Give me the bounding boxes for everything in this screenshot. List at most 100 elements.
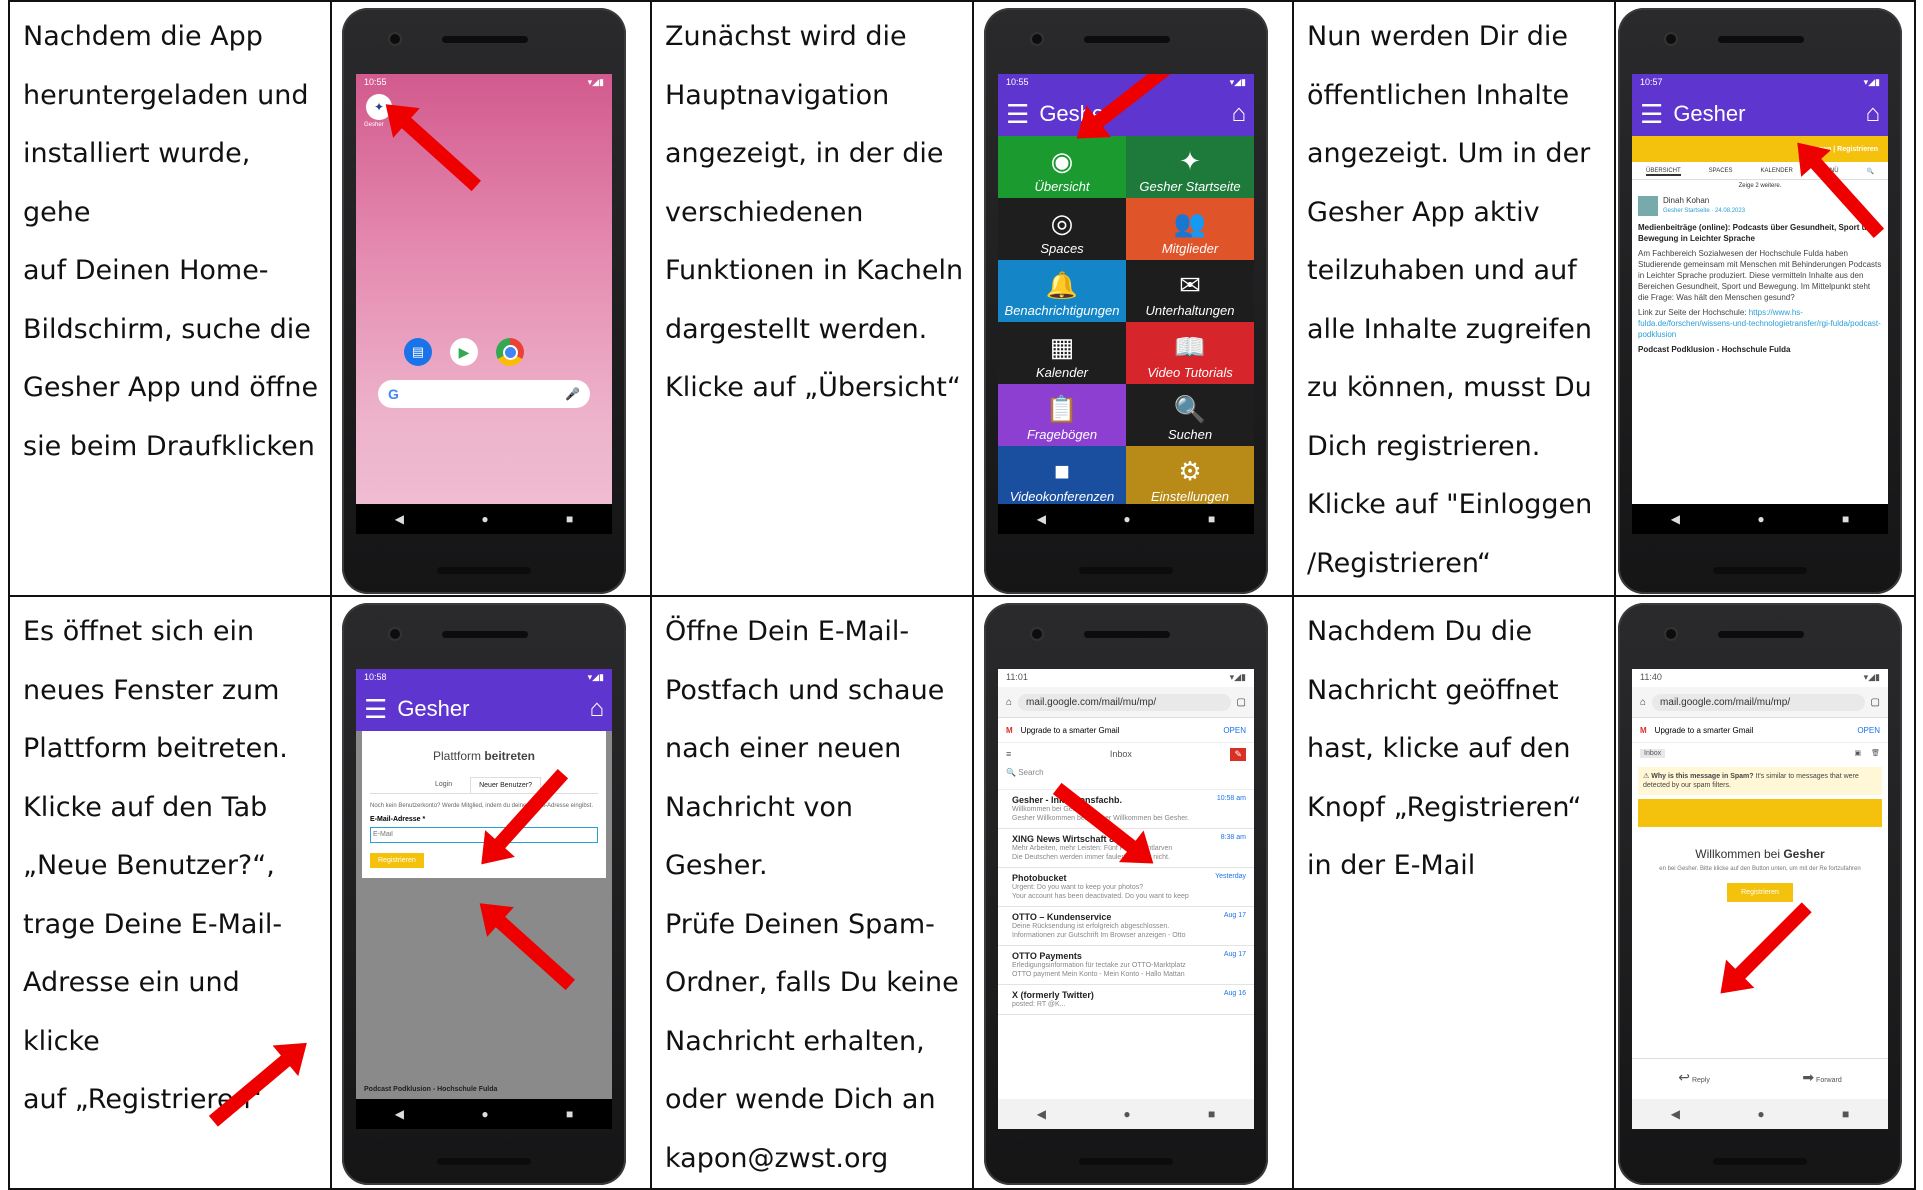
nav-tile[interactable]: ⚙ Einstellungen xyxy=(1126,446,1254,508)
tabs-icon[interactable]: ▢ xyxy=(1237,697,1246,708)
hamburger-menu-icon[interactable]: ☰ xyxy=(1640,99,1663,130)
nav-tile[interactable]: 📋 Fragebögen xyxy=(998,384,1126,446)
reply-button[interactable]: ↩ Reply xyxy=(1678,1069,1710,1086)
step-1-text: Nachdem die App heruntergeladen und inst… xyxy=(11,3,329,476)
dialog-title: Plattform beitreten xyxy=(370,739,598,777)
step-5-line: Nachricht von Gesher. xyxy=(665,791,854,882)
chrome-icon[interactable] xyxy=(496,338,524,366)
mail-sender: X (formerly Twitter) xyxy=(1012,990,1094,1000)
nav-tile[interactable]: 📖 Video Tutorials xyxy=(1126,322,1254,384)
status-time: 11:01 xyxy=(1006,672,1028,682)
nav-tile[interactable]: ◎ Spaces xyxy=(998,198,1126,260)
url-field[interactable]: mail.google.com/mail/mu/mp/ xyxy=(1652,693,1865,711)
spam-warning: ⚠ Why is this message in Spam? It's simi… xyxy=(1638,767,1882,795)
messages-app-icon[interactable]: ▤ xyxy=(404,338,432,366)
nav-tile[interactable]: 🔍 Suchen xyxy=(1126,384,1254,446)
join-platform-screen: 10:58 ▾◢▮ ☰ Gesher ⌂ Plattform beitreten … xyxy=(356,669,612,1129)
home-icon[interactable]: ⌂ xyxy=(1866,100,1881,128)
open-link[interactable]: OPEN xyxy=(1857,726,1880,735)
bottom-speaker xyxy=(1713,567,1807,574)
browser-url-bar: ⌂ mail.google.com/mail/mu/mp/ ▢ xyxy=(998,687,1254,718)
mail-row[interactable]: OTTO Payments Aug 17 Erledigungsinformatio… xyxy=(998,946,1254,985)
nav-tile[interactable]: ◉ Übersicht xyxy=(998,136,1126,198)
speaker-grille xyxy=(442,631,528,638)
home-icon[interactable]: ⌂ xyxy=(1232,100,1247,128)
back-icon[interactable]: ◀ xyxy=(1037,1107,1046,1121)
url-field[interactable]: mail.google.com/mail/mu/mp/ xyxy=(1018,693,1231,711)
step-4-line: Plattform beitreten. xyxy=(23,733,288,764)
mail-row[interactable]: Gesher - Inklusionsfachb. 10:58 am Willkom… xyxy=(998,790,1254,829)
search-icon[interactable]: 🔍 xyxy=(1867,168,1874,176)
archive-icon[interactable]: ▣ xyxy=(1854,749,1861,757)
tabs-icon[interactable]: ▢ xyxy=(1871,697,1880,708)
gmail-message-screen: 11:40 ▾◢▮ ⌂ mail.google.com/mail/mu/mp/ ▢… xyxy=(1632,669,1888,1129)
back-icon[interactable]: ◀ xyxy=(1037,512,1046,526)
recents-icon[interactable]: ■ xyxy=(566,512,573,526)
home-icon[interactable]: ⌂ xyxy=(1640,697,1646,708)
reply-bar: ↩ Reply ➡ Forward xyxy=(1632,1058,1888,1095)
hamburger-menu-icon[interactable]: ☰ xyxy=(364,694,387,725)
home-nav-icon[interactable]: ● xyxy=(1757,512,1764,526)
people-icon: 👥 xyxy=(1173,208,1207,238)
dialog-title-pre: Plattform xyxy=(432,749,481,763)
home-nav-icon[interactable]: ● xyxy=(481,1107,488,1121)
home-nav-icon[interactable]: ● xyxy=(481,512,488,526)
step-2-line: Klicke auf „Übersicht“ xyxy=(665,372,961,403)
forward-button[interactable]: ➡ Forward xyxy=(1802,1069,1841,1086)
tab-new-user[interactable]: Neuer Benutzer? xyxy=(470,777,542,793)
tab-kalender[interactable]: KALENDER xyxy=(1761,168,1793,176)
open-link[interactable]: OPEN xyxy=(1223,726,1246,735)
play-store-icon[interactable]: ▶ xyxy=(450,338,478,366)
menu-icon[interactable]: ≡ xyxy=(1006,749,1011,759)
delete-icon[interactable]: 🗑 xyxy=(1871,749,1880,757)
step-3-line: teilzuhaben und auf xyxy=(1307,255,1577,286)
tab-login[interactable]: Login xyxy=(427,777,460,793)
mic-icon[interactable]: 🎤 xyxy=(565,387,580,401)
nav-tile[interactable]: ✦ Gesher Startseite xyxy=(1126,136,1254,198)
tab-uebersicht[interactable]: ÜBERSICHT xyxy=(1645,168,1681,176)
mail-time: Aug 16 xyxy=(1223,990,1246,997)
recents-icon[interactable]: ■ xyxy=(1842,512,1849,526)
step-4-line: Adresse ein und klicke xyxy=(23,967,240,1057)
nav-tile[interactable]: ■ Videokonferenzen xyxy=(998,446,1126,508)
mail-row[interactable]: OTTO – Kundenservice Aug 17 Deine Rücksend… xyxy=(998,907,1254,946)
mail-row[interactable]: X (formerly Twitter) Aug 16 posted: RT @K.… xyxy=(998,985,1254,1015)
step-3-line: Klicke auf "Einloggen xyxy=(1307,489,1593,520)
home-icon[interactable]: ⌂ xyxy=(590,695,605,723)
home-icon[interactable]: ⌂ xyxy=(1006,697,1012,708)
gesher-main-navigation: 10:55▾◢▮ ☰ Gesher ⌂ ◉Übersicht✦Gesher St… xyxy=(998,74,1254,534)
back-icon[interactable]: ◀ xyxy=(395,512,404,526)
register-button[interactable]: Registrieren xyxy=(1727,883,1793,902)
home-nav-icon[interactable]: ● xyxy=(1757,1107,1764,1121)
google-search-bar[interactable]: G 🎤 xyxy=(378,380,590,408)
post-author[interactable]: Dinah Kohan xyxy=(1663,196,1745,206)
nav-tile[interactable]: ▦ Kalender xyxy=(998,322,1126,384)
compose-icon[interactable]: ✎ xyxy=(1230,747,1246,761)
home-nav-icon[interactable]: ● xyxy=(1123,1107,1130,1121)
recents-icon[interactable]: ■ xyxy=(1208,1107,1215,1121)
hamburger-menu-icon[interactable]: ☰ xyxy=(1006,99,1029,130)
tab-spaces[interactable]: SPACES xyxy=(1709,168,1733,176)
mail-row[interactable]: Photobucket Yesterday Urgent: Do you want … xyxy=(998,868,1254,907)
bottom-speaker xyxy=(1079,567,1173,574)
navigation-tiles: ◉ Übersicht ✦ Gesher Startseite ◎ Spaces 👥 Mitg… xyxy=(998,136,1254,508)
nav-tile[interactable]: 👥 Mitglieder xyxy=(1126,198,1254,260)
recents-icon[interactable]: ■ xyxy=(566,1107,573,1121)
recents-icon[interactable]: ■ xyxy=(1842,1107,1849,1121)
back-icon[interactable]: ◀ xyxy=(1671,512,1680,526)
mail-search[interactable]: 🔍 Search xyxy=(998,765,1254,790)
nav-tile[interactable]: ✉ Unterhaltungen xyxy=(1126,260,1254,322)
home-nav-icon[interactable]: ● xyxy=(1123,512,1130,526)
reply-label: Reply xyxy=(1691,1076,1710,1084)
back-icon[interactable]: ◀ xyxy=(395,1107,404,1121)
recents-icon[interactable]: ■ xyxy=(1208,512,1215,526)
logo-icon: ✦ xyxy=(1179,146,1201,176)
register-button[interactable]: Registrieren xyxy=(370,852,424,868)
inbox-chip[interactable]: Inbox xyxy=(1640,748,1666,758)
back-icon[interactable]: ◀ xyxy=(1671,1107,1680,1121)
step-1-line: auf Deinen Home- xyxy=(23,255,269,286)
nav-tile[interactable]: 🔔 Benachrichtigungen xyxy=(998,260,1126,322)
step-3-line: öffentlichen Inhalte xyxy=(1307,79,1570,111)
step-6-text-cell: Nachdem Du die Nachricht geöffnet hast, … xyxy=(1292,595,1616,1190)
bottom-speaker xyxy=(437,567,531,574)
